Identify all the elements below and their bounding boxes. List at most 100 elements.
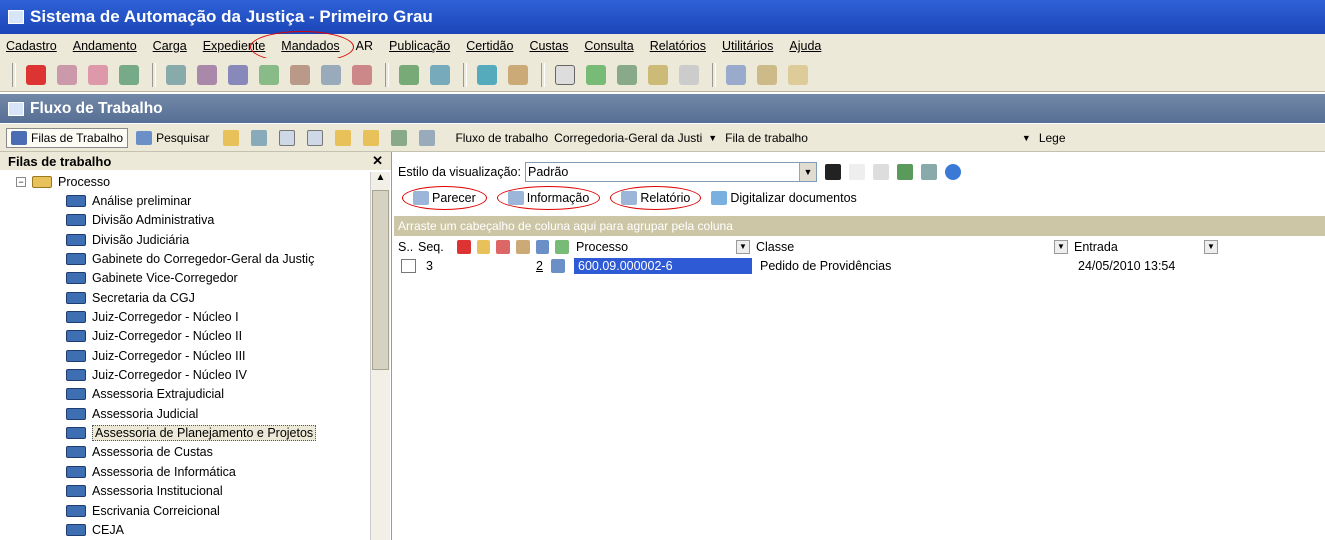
tree-item-selected[interactable]: Assessoria de Planejamento e Projetos — [0, 423, 370, 442]
excel-icon[interactable] — [896, 164, 913, 180]
document-icon[interactable] — [166, 64, 186, 85]
tree-item[interactable]: Divisão Judiciária — [0, 230, 370, 249]
menu-certidao[interactable]: Certidão — [466, 39, 513, 53]
document-edit-icon[interactable] — [197, 64, 217, 85]
folder-open-icon[interactable] — [223, 129, 240, 146]
browser-icon[interactable] — [944, 164, 961, 180]
tree-item[interactable]: Gabinete do Corregedor-Geral da Justiç — [0, 249, 370, 268]
image-icon[interactable] — [648, 64, 668, 85]
page-icon[interactable] — [555, 64, 575, 85]
column-filter-icon[interactable]: ▼ — [736, 240, 750, 254]
tree-root-processo[interactable]: − Processo — [0, 172, 370, 191]
menu-relatorios[interactable]: Relatórios — [650, 39, 706, 53]
menu-cadastro[interactable]: Cadastro — [6, 39, 57, 53]
column-filter-icon[interactable]: ▼ — [1204, 240, 1218, 254]
pesquisar-button[interactable]: Pesquisar — [132, 129, 213, 147]
parecer-button[interactable]: Parecer — [402, 186, 487, 210]
fila-select[interactable]: ▼ Lege — [1016, 131, 1066, 145]
informacao-button[interactable]: Informação — [496, 186, 601, 210]
cell-processo[interactable]: 600.09.000002-6 — [574, 258, 752, 274]
paste-icon[interactable] — [617, 64, 637, 85]
digitalizar-button[interactable]: Digitalizar documentos — [711, 191, 857, 205]
document-search-icon[interactable] — [228, 64, 248, 85]
close-icon[interactable]: ✕ — [372, 153, 383, 169]
menu-andamento[interactable]: Andamento — [73, 39, 137, 53]
collapse-toggle-icon[interactable]: − — [16, 176, 26, 187]
search-star-icon[interactable] — [757, 64, 777, 85]
tree-item[interactable]: Análise preliminar — [0, 191, 370, 210]
tree-item[interactable]: Divisão Administrativa — [0, 211, 370, 230]
tree-item[interactable]: CEJA — [0, 520, 370, 539]
tag-icon[interactable] — [496, 240, 511, 254]
column-header-entrada[interactable]: Entrada ▼ — [1072, 238, 1222, 256]
document-view-icon[interactable] — [321, 64, 341, 85]
view-style-select[interactable]: Padrão ▼ — [524, 162, 817, 182]
menu-custas[interactable]: Custas — [529, 39, 568, 53]
tree-item[interactable]: Secretaria da CGJ — [0, 288, 370, 307]
column-header-classe[interactable]: Classe ▼ — [754, 238, 1072, 256]
tree-item[interactable]: Assessoria Extrajudicial — [0, 385, 370, 404]
tree-item[interactable]: Assessoria de Custas — [0, 443, 370, 462]
export-icon[interactable] — [920, 164, 937, 180]
table-row[interactable]: 3 2 600.09.000002-6 Pedido de Providênci… — [394, 257, 1325, 275]
folder-arrow-icon[interactable] — [555, 240, 570, 254]
tree-item[interactable]: Assessoria de Informática — [0, 462, 370, 481]
scroll-thumb[interactable] — [372, 190, 389, 370]
doc-search-icon[interactable] — [419, 129, 436, 146]
edit-icon[interactable] — [872, 164, 889, 180]
bag-icon[interactable] — [57, 64, 77, 85]
document-check-icon[interactable] — [259, 64, 279, 85]
menu-ar[interactable]: AR — [356, 39, 373, 53]
copy-doc-icon[interactable] — [335, 129, 352, 146]
forward-doc-icon[interactable] — [430, 64, 450, 85]
column-header-s[interactable]: S.. — [394, 238, 416, 256]
refresh-icon[interactable] — [251, 129, 268, 146]
paste-doc-icon[interactable] — [363, 129, 380, 146]
expand-icon[interactable] — [279, 129, 296, 146]
document-user-icon[interactable] — [290, 64, 310, 85]
menu-consulta[interactable]: Consulta — [584, 39, 633, 53]
search-next-icon[interactable] — [788, 64, 808, 85]
priority-icon[interactable] — [457, 240, 471, 254]
tree-item[interactable]: Assessoria Judicial — [0, 404, 370, 423]
tree-item[interactable]: Juiz-Corregedor - Núcleo I — [0, 307, 370, 326]
search-doc-icon[interactable] — [726, 64, 746, 85]
people-icon[interactable] — [516, 240, 530, 254]
save-icon[interactable] — [824, 164, 841, 180]
column-filter-icon[interactable]: ▼ — [1054, 240, 1068, 254]
fluxo-select[interactable]: Corregedoria-Geral da Justi ▼ — [554, 131, 717, 145]
table-icon[interactable] — [352, 64, 372, 85]
scroll-up-arrow-icon[interactable]: ▲ — [371, 172, 390, 189]
menu-publicacao[interactable]: Publicação — [389, 39, 450, 53]
tree-item[interactable]: Escrivania Correicional — [0, 501, 370, 520]
relatorio-button[interactable]: Relatório — [610, 186, 702, 210]
row-checkbox[interactable] — [401, 259, 416, 273]
tree-item[interactable]: Juiz-Corregedor - Núcleo III — [0, 346, 370, 365]
users-icon[interactable] — [508, 64, 528, 85]
column-header-seq[interactable]: Seq. — [416, 238, 454, 256]
group-by-bar[interactable]: Arraste um cabeçalho de coluna aqui para… — [394, 216, 1325, 236]
arrow-icon[interactable] — [477, 64, 497, 85]
collapse-icon[interactable] — [307, 129, 324, 146]
sidebar-scrollbar[interactable]: ▲ — [370, 172, 390, 540]
tree-item[interactable]: Gabinete Vice-Corregedor — [0, 269, 370, 288]
filas-button[interactable]: Filas de Trabalho — [6, 127, 129, 148]
menu-ajuda[interactable]: Ajuda — [789, 39, 821, 53]
tree-item[interactable]: Juiz-Corregedor - Núcleo II — [0, 327, 370, 346]
column-header-processo[interactable]: Processo ▼ — [572, 238, 754, 256]
tree-item[interactable]: Assessoria Institucional — [0, 482, 370, 501]
menu-utilitarios[interactable]: Utilitários — [722, 39, 773, 53]
text-icon[interactable] — [679, 64, 699, 85]
note-icon[interactable] — [476, 240, 491, 254]
menu-carga[interactable]: Carga — [153, 39, 187, 53]
copy-icon[interactable] — [586, 64, 606, 85]
cell-count[interactable]: 2 — [536, 259, 543, 273]
bag-out-icon[interactable] — [88, 64, 108, 85]
forward-icon[interactable] — [399, 64, 419, 85]
doc-forward-icon[interactable] — [391, 129, 408, 146]
docs-count-icon[interactable] — [535, 240, 550, 254]
delete-icon[interactable] — [848, 164, 865, 180]
pin-icon[interactable] — [26, 64, 46, 85]
tree-item[interactable]: Juiz-Corregedor - Núcleo IV — [0, 365, 370, 384]
transfer-icon[interactable] — [119, 64, 139, 85]
